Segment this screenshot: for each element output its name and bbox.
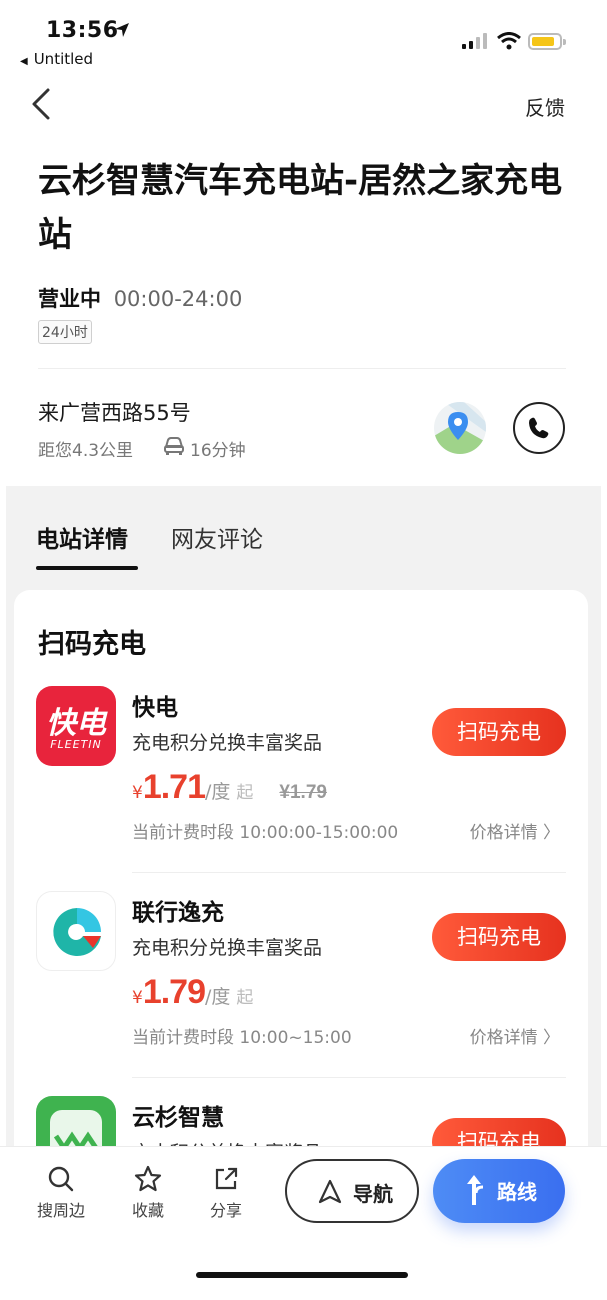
wifi-icon xyxy=(497,32,521,50)
phone-icon xyxy=(529,417,549,439)
price: ¥1.71/度起 ¥1.79 xyxy=(132,768,327,807)
share-button[interactable]: 分享 xyxy=(196,1165,256,1221)
price-suffix: 起 xyxy=(236,988,254,1008)
drive-time: 16分钟 xyxy=(190,441,246,461)
billing-period: 当前计费时段 10:00~15:00 xyxy=(132,1028,352,1048)
price-unit: /度 xyxy=(205,781,231,803)
price-detail-link[interactable]: 价格详情 〉 xyxy=(470,818,560,843)
original-price: ¥1.79 xyxy=(279,782,327,803)
back-app-label: Untitled xyxy=(33,50,94,68)
search-nearby-label: 搜周边 xyxy=(36,1201,85,1220)
scan-charge-card: 扫码充电 快电 FLEETIN 快电 充电积分兑换丰富奖品 ¥1.71/度起 ¥1… xyxy=(14,590,588,1190)
location-arrow-icon xyxy=(115,23,129,37)
lianxing-logo-icon xyxy=(53,908,101,956)
operator-name: 联行逸充 xyxy=(132,900,224,926)
divider xyxy=(132,872,566,873)
favorite-button[interactable]: 收藏 xyxy=(118,1165,178,1221)
operator-name: 快电 xyxy=(132,695,178,721)
back-to-app-link[interactable]: ◀ Untitled xyxy=(20,50,93,68)
currency-symbol: ¥ xyxy=(132,988,143,1008)
operator-subtitle: 充电积分兑换丰富奖品 xyxy=(132,937,323,959)
back-triangle-icon: ◀ xyxy=(20,56,28,67)
scan-charge-button[interactable]: 扫码充电 xyxy=(432,913,566,961)
operator-subtitle: 充电积分兑换丰富奖品 xyxy=(132,732,323,754)
fleetin-logo-subtext: FLEETIN xyxy=(50,738,102,751)
status-bar: 13:56 ◀ Untitled xyxy=(0,0,607,70)
status-time: 13:56 xyxy=(46,18,119,43)
price-value: 1.71 xyxy=(142,768,206,806)
cellular-signal-icon xyxy=(462,33,487,49)
price-value: 1.79 xyxy=(142,973,206,1011)
back-chevron-icon[interactable] xyxy=(28,86,58,122)
currency-symbol: ¥ xyxy=(132,783,143,803)
price: ¥1.79/度起 xyxy=(132,973,253,1012)
tab-station-details[interactable]: 电站详情 xyxy=(36,520,128,554)
scan-charge-button[interactable]: 扫码充电 xyxy=(432,708,566,756)
operator-item: 联行逸充 充电积分兑换丰富奖品 ¥1.79/度起 当前计费时段 10:00~15… xyxy=(14,891,588,1091)
divider xyxy=(132,1077,566,1078)
price-detail-label: 价格详情 xyxy=(469,1028,538,1048)
chevron-right-icon: 〉 xyxy=(543,1028,560,1048)
operator-name: 云杉智慧 xyxy=(132,1105,224,1131)
navigate-button[interactable]: 导航 xyxy=(285,1159,419,1223)
favorite-label: 收藏 xyxy=(131,1201,164,1220)
map-button[interactable] xyxy=(434,402,486,454)
price-detail-label: 价格详情 xyxy=(469,823,538,843)
open-status: 营业中 xyxy=(38,287,101,311)
car-icon xyxy=(164,437,184,455)
business-hours: 营业中 00:00-24:00 xyxy=(38,283,242,313)
chevron-right-icon: 〉 xyxy=(543,823,560,843)
price-suffix: 起 xyxy=(236,783,254,803)
route-label: 路线 xyxy=(497,1180,537,1204)
tab-user-reviews[interactable]: 网友评论 xyxy=(171,520,263,554)
page-title: 云杉智慧汽车充电站-居然之家充电站 xyxy=(38,161,563,255)
home-indicator xyxy=(196,1272,408,1278)
share-label: 分享 xyxy=(209,1201,242,1220)
hours-range: 00:00-24:00 xyxy=(113,287,243,311)
call-button[interactable] xyxy=(513,402,565,454)
fleetin-logo: 快电 FLEETIN xyxy=(36,686,116,766)
route-button[interactable]: 路线 xyxy=(433,1159,565,1223)
fleetin-logo-text: 快电 xyxy=(46,706,106,741)
billing-period: 当前计费时段 10:00:00-15:00:00 xyxy=(132,823,399,843)
address-text: 来广营西路55号 xyxy=(38,401,191,425)
battery-icon xyxy=(528,33,566,50)
price-detail-link[interactable]: 价格详情 〉 xyxy=(470,1023,560,1048)
operator-item: 快电 FLEETIN 快电 充电积分兑换丰富奖品 ¥1.71/度起 ¥1.79 当… xyxy=(14,686,588,886)
distance-text: 距您4.3公里 xyxy=(38,441,134,461)
route-icon xyxy=(467,1175,484,1205)
hours-tag: 24小时 xyxy=(38,320,92,344)
share-icon xyxy=(215,1167,238,1190)
navigation-arrow-icon xyxy=(318,1179,342,1204)
lianxing-logo xyxy=(36,891,116,971)
star-icon xyxy=(134,1165,162,1192)
map-pin-icon xyxy=(434,402,486,454)
section-title: 扫码充电 xyxy=(38,629,146,660)
navigate-label: 导航 xyxy=(353,1182,393,1206)
feedback-link[interactable]: 反馈 xyxy=(525,92,565,121)
search-nearby-button[interactable]: 搜周边 xyxy=(31,1165,91,1221)
search-icon xyxy=(48,1166,74,1192)
active-tab-indicator xyxy=(36,566,138,570)
divider xyxy=(38,368,566,369)
price-unit: /度 xyxy=(205,986,231,1008)
